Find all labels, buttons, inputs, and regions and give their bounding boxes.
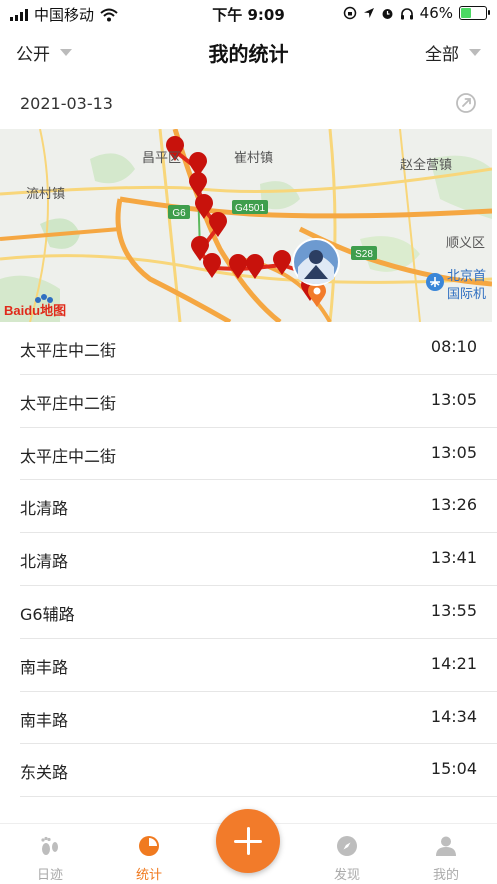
- road-label: S28: [355, 249, 373, 260]
- chevron-down-icon: [469, 49, 481, 56]
- list-item[interactable]: 南丰路 14:34: [0, 692, 497, 745]
- list-item[interactable]: 太平庄中二街 08:10: [0, 322, 497, 375]
- place-label: 崔村镇: [234, 150, 273, 166]
- date-label[interactable]: 2021-03-13: [20, 94, 113, 113]
- battery-icon: [459, 6, 490, 20]
- scope-filter-label: 全部: [425, 45, 459, 65]
- list-item[interactable]: 北清路 13:26: [0, 480, 497, 534]
- tab-footprints[interactable]: 日迹: [10, 824, 90, 884]
- place-label: 顺义区: [446, 236, 485, 251]
- location-icon: [363, 8, 374, 18]
- list-item[interactable]: 太平庄中二街 13:05: [0, 428, 497, 481]
- list-item[interactable]: 北清路 13:41: [0, 533, 497, 586]
- tab-label: 发现: [333, 868, 360, 883]
- record-place: 太平庄中二街: [20, 446, 117, 466]
- page-title: 我的统计: [208, 42, 289, 66]
- record-time: 13:26: [430, 495, 477, 515]
- tab-profile[interactable]: 我的: [406, 824, 486, 884]
- row-divider: [20, 796, 497, 798]
- list-item[interactable]: G6辅路 13:55: [0, 586, 497, 639]
- profile-icon: [436, 836, 456, 856]
- record-time: 13:05: [430, 389, 477, 409]
- list-item[interactable]: 东关路 15:04: [0, 744, 497, 798]
- alarm-icon: [382, 8, 393, 19]
- record-place: 太平庄中二街: [20, 341, 117, 360]
- compass-icon: [337, 836, 357, 856]
- footprint-icon: [41, 836, 58, 855]
- header: 公开 我的统计 全部: [0, 28, 497, 74]
- record-list: 太平庄中二街 08:10 太平庄中二街 13:05 太平庄中二街 13:05 北清路 13:2…: [0, 322, 497, 798]
- record-place: 北清路: [20, 499, 69, 519]
- road-label: G6: [172, 208, 186, 219]
- map-canvas: G6 G4501 S28 昌平区 崔村镇 赵全营镇 流村镇 顺义区 北京首 国际…: [0, 129, 492, 322]
- scope-filter[interactable]: 全部: [425, 40, 481, 65]
- place-label: 国际机: [447, 287, 486, 302]
- place-label: 流村镇: [26, 187, 65, 202]
- record-place: 太平庄中二街: [20, 393, 117, 413]
- record-place: 东关路: [20, 763, 69, 783]
- headphones-icon: [400, 7, 413, 19]
- record-time: 13:41: [430, 548, 477, 568]
- record-time: 14:21: [430, 653, 477, 673]
- record-time: 13:55: [430, 600, 477, 620]
- status-bar: 中国移动 下午 9:09 46%: [0, 0, 497, 28]
- tab-stats[interactable]: 统计: [109, 824, 189, 884]
- record-time: 14:34: [430, 706, 477, 726]
- place-label: 昌平区: [142, 151, 181, 166]
- tab-label: 统计: [135, 868, 162, 883]
- tab-label: 日迹: [36, 868, 63, 883]
- record-time: 08:10: [430, 337, 477, 356]
- place-label: 北京首: [447, 269, 486, 284]
- share-icon[interactable]: [455, 92, 477, 114]
- map-logo-text: Baidu地图: [4, 303, 66, 318]
- record-time: 15:04: [430, 759, 477, 779]
- avatar[interactable]: [292, 238, 340, 286]
- status-right: 46%: [343, 4, 490, 22]
- record-place: 北清路: [20, 552, 69, 572]
- place-label: 赵全营镇: [400, 157, 452, 173]
- battery-percent: 46%: [419, 4, 453, 22]
- list-item[interactable]: 南丰路 14:21: [0, 639, 497, 692]
- record-place: 南丰路: [20, 710, 69, 730]
- tab-label: 我的: [432, 868, 459, 883]
- stats-icon: [139, 836, 159, 856]
- list-item[interactable]: 太平庄中二街 13:05: [0, 375, 497, 428]
- record-place: G6辅路: [20, 604, 75, 624]
- route-map[interactable]: G6 G4501 S28 昌平区 崔村镇 赵全营镇 流村镇 顺义区 北京首 国际…: [0, 129, 492, 322]
- tab-discover[interactable]: 发现: [307, 824, 387, 884]
- add-record-button[interactable]: [216, 809, 280, 873]
- record-place: 南丰路: [20, 657, 69, 677]
- record-time: 13:05: [430, 442, 477, 462]
- date-row: 2021-03-13: [0, 80, 497, 128]
- rotation-lock-icon: [343, 6, 356, 20]
- road-label: G4501: [235, 203, 265, 214]
